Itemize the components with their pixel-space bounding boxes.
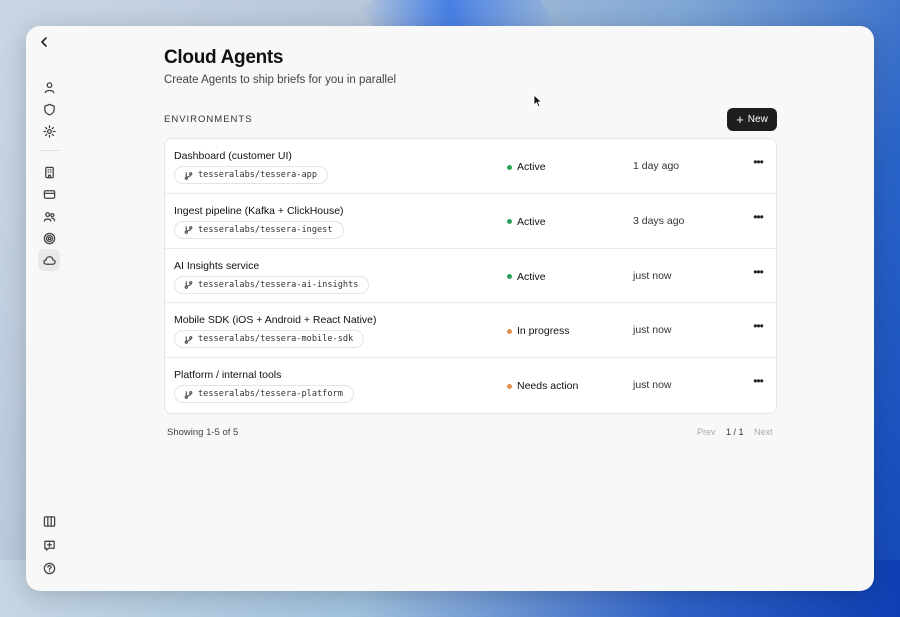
sidebar-divider — [40, 150, 60, 151]
sidebar-item-organization[interactable] — [38, 161, 60, 183]
app-window: Cloud Agents Create Agents to ship brief… — [26, 26, 874, 591]
sidebar-item-account[interactable] — [38, 76, 60, 98]
next-page-button[interactable]: Next — [754, 427, 773, 437]
updated-time: 1 day ago — [633, 160, 680, 172]
message-plus-icon — [43, 540, 55, 551]
table-row[interactable]: Platform / internal tools tesseralabs/te… — [165, 358, 776, 413]
repo-name: tesseralabs/tessera-app — [198, 170, 317, 180]
sidebar-item-settings[interactable] — [38, 120, 60, 142]
more-options-icon[interactable]: ••• — [751, 320, 765, 335]
page-title: Cloud Agents — [164, 47, 284, 68]
repo-name: tesseralabs/tessera-ingest — [198, 224, 333, 235]
sidebar — [26, 26, 74, 591]
updated-time: 3 days ago — [633, 214, 685, 227]
prev-page-button[interactable]: Prev — [697, 427, 716, 437]
building-icon — [44, 166, 54, 178]
section-label: ENVIRONMENTS — [164, 114, 253, 125]
git-branch-icon — [184, 335, 193, 344]
table-row[interactable]: Ingest pipeline (Kafka + ClickHouse) tes… — [165, 194, 776, 249]
shield-icon — [43, 103, 55, 116]
repo-name: tesseralabs/tessera-mobile-sdk — [198, 334, 354, 345]
help-icon — [43, 562, 55, 574]
pagination-summary: Showing 1-5 of 5 — [167, 427, 239, 438]
sidebar-item-feedback[interactable] — [38, 534, 60, 556]
updated-time: just now — [633, 379, 672, 392]
repo-chip[interactable]: tesseralabs/tessera-mobile-sdk — [174, 330, 365, 349]
back-icon — [41, 37, 47, 47]
repo-chip[interactable]: tesseralabs/tessera-platform — [174, 385, 354, 404]
sidebar-item-target[interactable] — [38, 227, 60, 249]
status-label: Needs action — [517, 380, 579, 393]
mouse-cursor-icon — [533, 94, 543, 108]
columns-icon — [43, 515, 55, 527]
table-row[interactable]: Mobile SDK (iOS + Android + React Native… — [165, 303, 776, 359]
page-subtitle: Create Agents to ship briefs for you in … — [164, 74, 397, 86]
git-branch-icon — [184, 171, 193, 180]
table-row[interactable]: Dashboard (customer UI) tesseralabs/tess… — [165, 139, 776, 194]
more-options-icon[interactable]: ••• — [751, 375, 765, 390]
status-badge: Active — [507, 216, 546, 228]
table-row[interactable]: AI Insights service tesseralabs/tessera-… — [165, 249, 776, 304]
repo-chip[interactable]: tesseralabs/tessera-ingest — [174, 220, 344, 239]
gear-icon — [42, 124, 56, 138]
more-options-icon[interactable]: ••• — [751, 211, 765, 226]
status-label: Active — [517, 161, 546, 173]
sidebar-item-security[interactable] — [38, 98, 60, 120]
updated-time: just now — [633, 269, 672, 282]
status-label: In progress — [517, 325, 570, 338]
status-label: Active — [517, 270, 546, 283]
status-badge: Active — [507, 161, 546, 173]
status-label: Active — [517, 215, 546, 228]
users-icon — [43, 211, 55, 222]
status-badge: Needs action — [507, 380, 578, 392]
status-dot — [507, 274, 512, 280]
cloud-icon — [42, 255, 56, 265]
status-badge: Active — [507, 271, 546, 283]
new-button-label: New — [747, 114, 768, 125]
sidebar-item-members[interactable] — [38, 205, 60, 227]
updated-time: just now — [633, 324, 672, 337]
back-button[interactable] — [36, 34, 52, 50]
sidebar-item-cloud-agents[interactable] — [38, 249, 60, 271]
git-branch-icon — [184, 281, 193, 289]
status-dot — [507, 328, 512, 334]
plus-icon: + — [736, 111, 744, 127]
environments-table: Dashboard (customer UI) tesseralabs/tess… — [164, 138, 777, 414]
environment-name: Mobile SDK (iOS + Android + React Native… — [174, 314, 377, 327]
environment-name: Ingest pipeline (Kafka + ClickHouse) — [174, 204, 344, 217]
status-dot — [507, 219, 512, 225]
repo-name: tesseralabs/tessera-platform — [198, 389, 343, 400]
more-options-icon[interactable]: ••• — [751, 156, 765, 171]
git-branch-icon — [184, 390, 193, 399]
repo-name: tesseralabs/tessera-ai-insights — [198, 279, 359, 290]
environment-name: Dashboard (customer UI) — [174, 150, 292, 162]
user-icon — [44, 81, 54, 93]
credit-card-icon — [43, 189, 55, 199]
status-dot — [507, 164, 512, 170]
target-icon — [43, 232, 55, 244]
environment-name: Platform / internal tools — [174, 369, 282, 382]
status-dot — [507, 383, 512, 389]
sidebar-item-billing[interactable] — [38, 183, 60, 205]
sidebar-item-panels[interactable] — [38, 510, 60, 532]
more-options-icon[interactable]: ••• — [751, 266, 765, 281]
status-badge: In progress — [507, 325, 570, 337]
git-branch-icon — [184, 226, 193, 235]
environment-name: AI Insights service — [174, 259, 260, 272]
repo-chip[interactable]: tesseralabs/tessera-app — [174, 166, 328, 184]
new-environment-button[interactable]: + New — [727, 108, 777, 131]
repo-chip[interactable]: tesseralabs/tessera-ai-insights — [174, 275, 370, 294]
page-indicator: 1 / 1 — [726, 427, 744, 437]
sidebar-item-help[interactable] — [38, 557, 60, 579]
